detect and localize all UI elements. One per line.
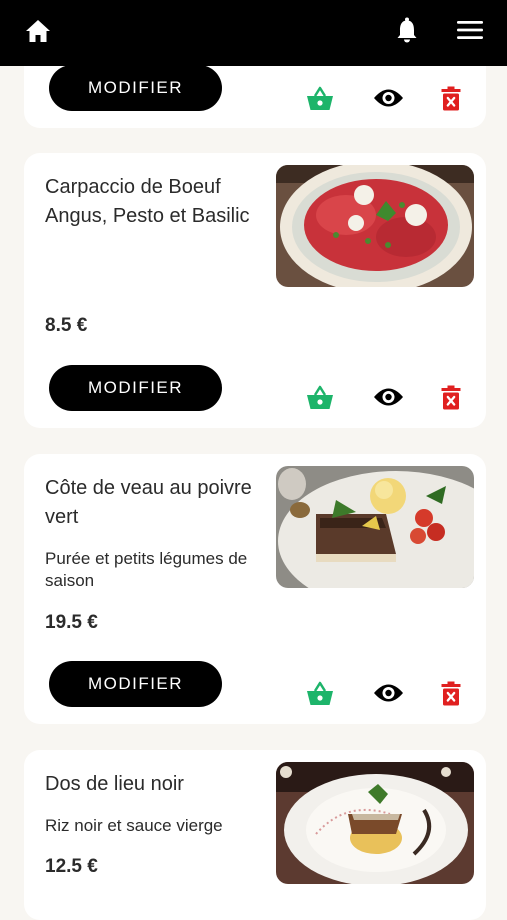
modify-button[interactable]: MODIFIER (49, 365, 222, 411)
view-eye-icon[interactable] (370, 675, 406, 711)
modify-button[interactable]: MODIFIER (49, 65, 222, 111)
delete-trash-icon[interactable] (433, 80, 469, 116)
add-to-basket-icon[interactable] (302, 80, 338, 116)
dish-card: Côte de veau au poivre vert Purée et pet… (24, 454, 486, 724)
dish-price: 12.5 € (45, 856, 98, 877)
dish-photo (276, 762, 474, 884)
dish-description: Riz noir et sauce vierge (45, 816, 223, 835)
home-icon[interactable] (25, 19, 51, 48)
view-eye-icon[interactable] (370, 80, 406, 116)
dish-name: Carpaccio de Boeuf Angus, Pesto et Basil… (45, 176, 250, 227)
dish-price: 19.5 € (45, 612, 98, 633)
dish-photo (276, 165, 474, 287)
dish-card: Carpaccio de Boeuf Angus, Pesto et Basil… (24, 153, 486, 428)
dish-name: Côte de veau au poivre vert (45, 477, 252, 528)
view-eye-icon[interactable] (370, 379, 406, 415)
dish-list: MODIFIER Carpaccio de Boeuf Angus, Pesto… (0, 0, 507, 920)
add-to-basket-icon[interactable] (302, 675, 338, 711)
delete-trash-icon[interactable] (433, 675, 469, 711)
modify-button[interactable]: MODIFIER (49, 661, 222, 707)
dish-card: Dos de lieu noir Riz noir et sauce vierg… (24, 750, 486, 920)
delete-trash-icon[interactable] (433, 379, 469, 415)
dish-name: Dos de lieu noir (45, 773, 184, 795)
dish-price: 8.5 € (45, 315, 88, 336)
add-to-basket-icon[interactable] (302, 379, 338, 415)
top-navigation-bar (0, 0, 507, 66)
dish-photo (276, 466, 474, 588)
hamburger-menu-icon[interactable] (457, 20, 483, 45)
bell-icon[interactable] (396, 17, 418, 48)
dish-description: Purée et petits légumes de saison (45, 549, 248, 590)
